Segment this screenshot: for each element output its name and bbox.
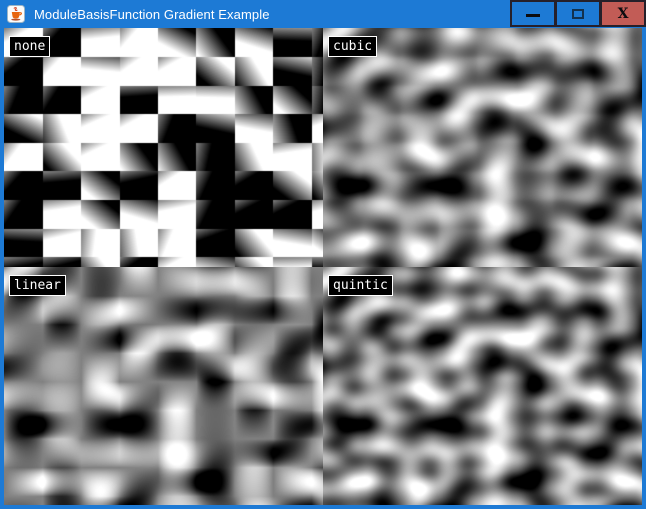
noise-canvas-quintic — [323, 267, 642, 505]
noise-canvas-linear — [4, 267, 323, 505]
quadrant-none: none — [4, 28, 323, 267]
quadrant-cubic: cubic — [323, 28, 642, 267]
quadrant-label-quintic: quintic — [328, 275, 393, 296]
noise-canvas-cubic — [323, 28, 642, 267]
quadrant-label-linear: linear — [9, 275, 66, 296]
quadrant-quintic: quintic — [323, 267, 642, 505]
noise-canvas-none — [4, 28, 323, 267]
minimize-button[interactable] — [510, 0, 556, 27]
render-area: none cubic linear quintic — [4, 28, 642, 505]
maximize-icon — [572, 9, 584, 19]
java-icon — [7, 5, 25, 23]
minimize-icon — [526, 14, 540, 17]
close-icon: X — [618, 7, 629, 21]
app-window: ModuleBasisFunction Gradient Example X n… — [0, 0, 646, 509]
quadrant-label-cubic: cubic — [328, 36, 377, 57]
maximize-button[interactable] — [555, 0, 601, 27]
quadrant-linear: linear — [4, 267, 323, 505]
close-button[interactable]: X — [600, 0, 646, 27]
window-controls: X — [510, 0, 646, 27]
titlebar[interactable]: ModuleBasisFunction Gradient Example X — [0, 0, 646, 28]
window-title: ModuleBasisFunction Gradient Example — [34, 7, 270, 22]
quadrant-label-none: none — [9, 36, 50, 57]
